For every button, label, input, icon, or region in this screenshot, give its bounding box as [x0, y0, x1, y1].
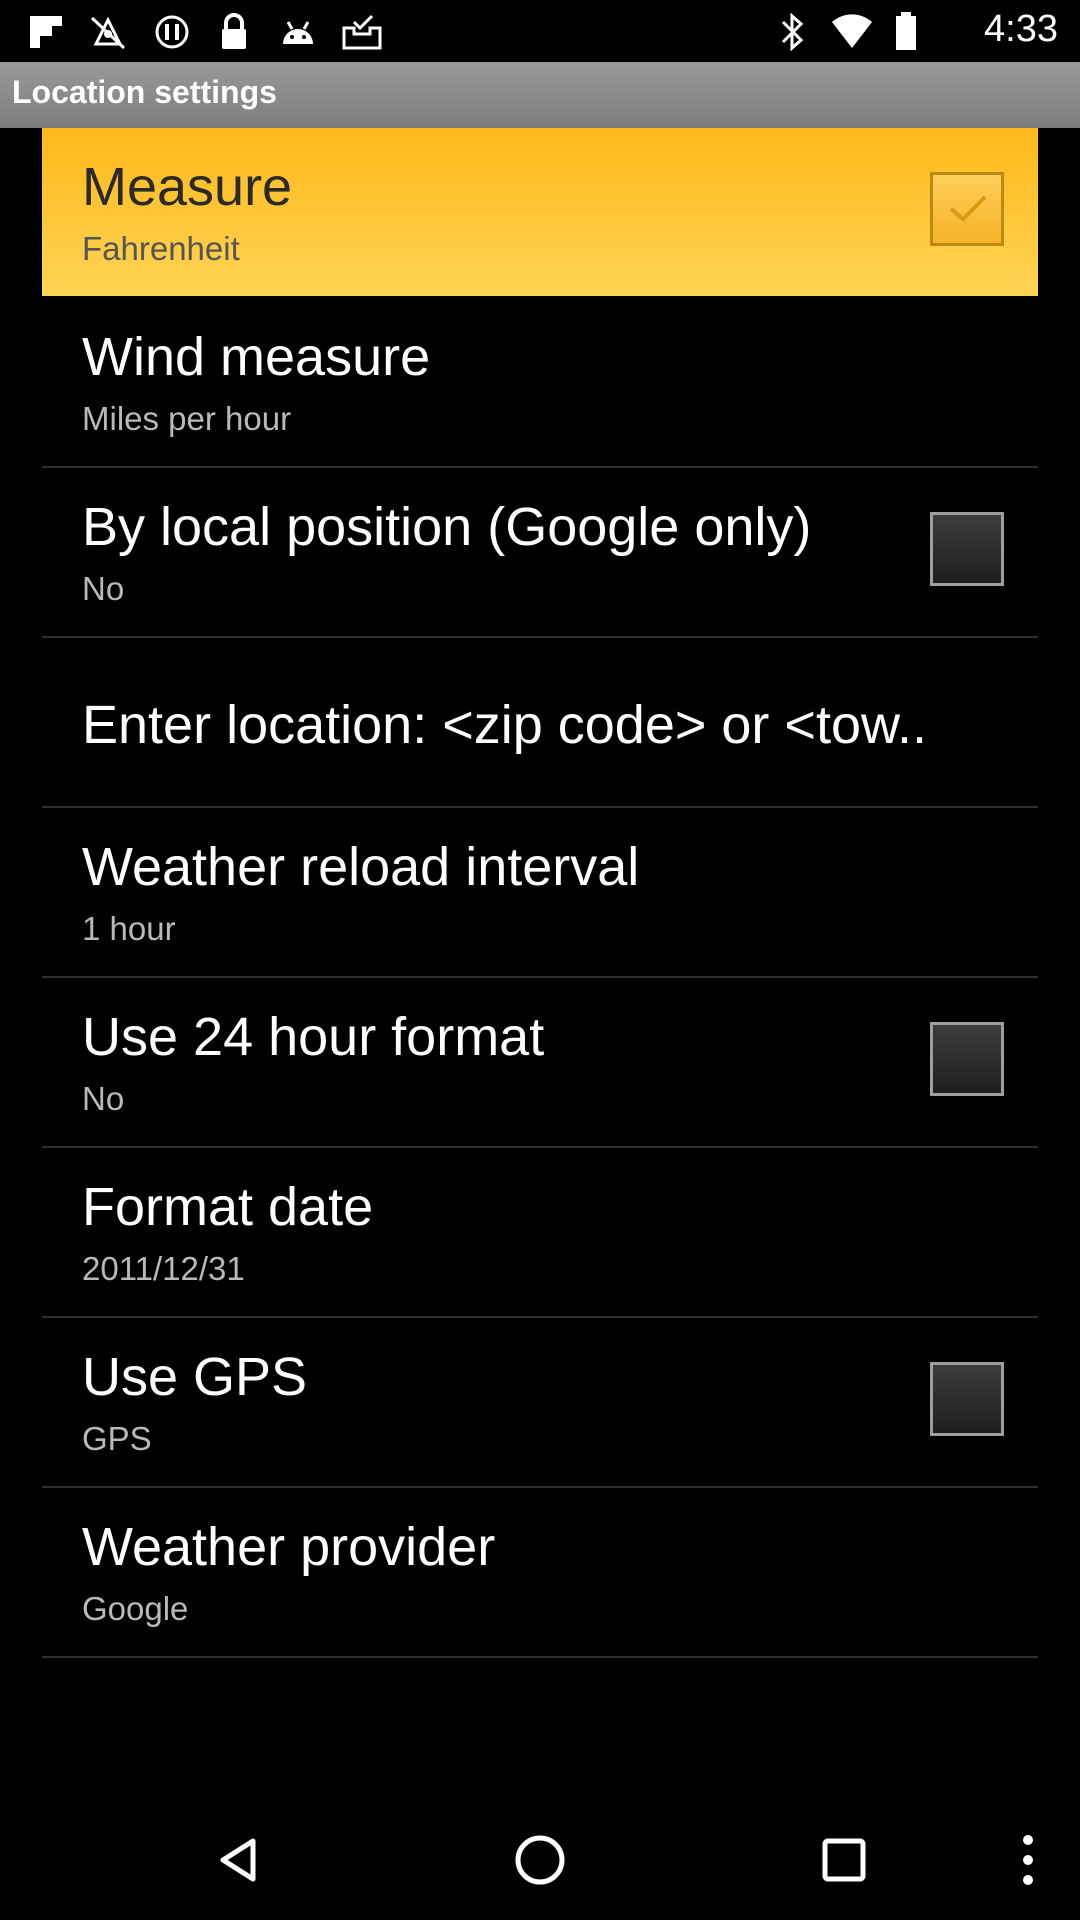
title-bar: Location settings — [0, 62, 1080, 128]
status-time: 4:33 — [984, 8, 1058, 50]
sync-icon — [152, 12, 192, 52]
fake-gps-icon — [88, 12, 128, 52]
navigation-bar — [0, 1800, 1080, 1920]
bluetooth-icon — [772, 12, 812, 52]
24-hour-format-checkbox[interactable] — [930, 1022, 1004, 1096]
settings-list: Measure Fahrenheit Wind measure Miles pe… — [42, 128, 1038, 1658]
lock-icon — [214, 12, 254, 52]
home-button[interactable] — [510, 1830, 570, 1890]
setting-format-date[interactable]: Format date 2011/12/31 — [42, 1148, 1038, 1318]
setting-summary: Miles per hour — [82, 400, 292, 437]
setting-title: Enter location: <zip code> or <tow.. — [82, 695, 928, 755]
use-gps-checkbox[interactable] — [930, 1362, 1004, 1436]
task-icon — [342, 12, 382, 52]
android-icon — [278, 12, 318, 52]
setting-summary: 1 hour — [82, 910, 176, 947]
setting-title: Use 24 hour format — [82, 1007, 545, 1067]
setting-weather-reload-interval[interactable]: Weather reload interval 1 hour — [42, 808, 1038, 978]
setting-use-gps[interactable]: Use GPS GPS — [42, 1318, 1038, 1488]
setting-24-hour-format[interactable]: Use 24 hour format No — [42, 978, 1038, 1148]
back-icon — [220, 1838, 256, 1882]
setting-title: By local position (Google only) — [82, 497, 812, 557]
setting-title: Wind measure — [82, 327, 431, 387]
setting-summary: Google — [82, 1590, 189, 1627]
setting-summary: Fahrenheit — [82, 230, 240, 267]
measure-checkbox[interactable] — [930, 172, 1004, 246]
status-bar: 4:33 — [0, 0, 1080, 62]
battery-icon — [886, 12, 926, 52]
setting-summary: GPS — [82, 1420, 152, 1457]
recents-button[interactable] — [814, 1830, 874, 1890]
setting-title: Measure — [82, 157, 293, 217]
home-icon — [515, 1835, 565, 1885]
setting-title: Weather provider — [82, 1517, 496, 1577]
back-button[interactable] — [208, 1830, 268, 1890]
setting-summary: No — [82, 1080, 125, 1117]
setting-local-position[interactable]: By local position (Google only) No — [42, 468, 1038, 638]
setting-enter-location[interactable]: Enter location: <zip code> or <tow.. — [42, 638, 1038, 808]
setting-title: Weather reload interval — [82, 837, 640, 897]
wifi-icon — [832, 12, 872, 52]
recents-icon — [822, 1838, 866, 1882]
local-position-checkbox[interactable] — [930, 512, 1004, 586]
setting-title: Format date — [82, 1177, 374, 1237]
overflow-menu-icon — [1023, 1835, 1033, 1885]
setting-weather-provider[interactable]: Weather provider Google — [42, 1488, 1038, 1658]
checkmark-icon — [949, 195, 987, 222]
setting-summary: No — [82, 570, 125, 607]
flipboard-icon — [26, 12, 66, 52]
setting-measure[interactable]: Measure Fahrenheit — [42, 128, 1038, 298]
setting-title: Use GPS — [82, 1347, 308, 1407]
page-title: Location settings — [12, 74, 277, 110]
setting-wind-measure[interactable]: Wind measure Miles per hour — [42, 298, 1038, 468]
setting-summary: 2011/12/31 — [82, 1250, 245, 1287]
overflow-menu-button[interactable] — [998, 1830, 1058, 1890]
